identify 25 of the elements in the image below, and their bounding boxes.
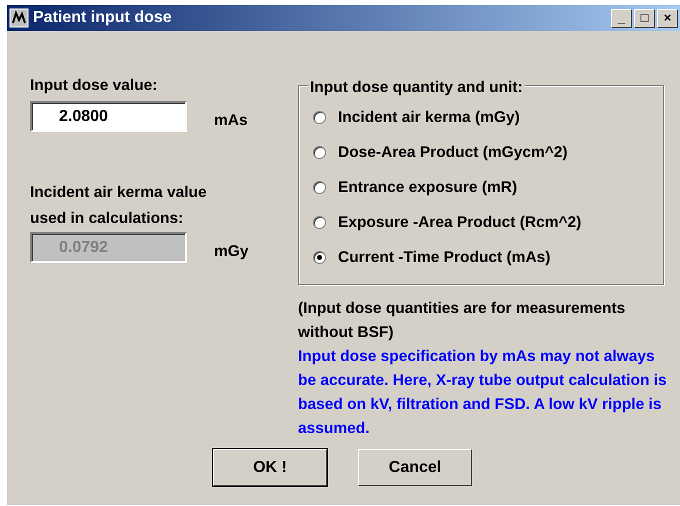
radio-label[interactable]: Dose-Area Product (mGycm^2) bbox=[338, 140, 568, 164]
ok-button[interactable]: OK ! bbox=[213, 449, 327, 486]
radio-label[interactable]: Exposure -Area Product (Rcm^2) bbox=[338, 210, 582, 234]
maximize-button[interactable]: □ bbox=[634, 8, 655, 28]
window-title: Patient input dose bbox=[33, 8, 173, 28]
note-text: (Input dose quantities are for measurements without BSF) bbox=[298, 299, 626, 343]
unit-label: mGy bbox=[214, 242, 248, 262]
close-button[interactable]: × bbox=[657, 8, 678, 28]
radio-button[interactable] bbox=[313, 251, 326, 264]
app-icon bbox=[9, 8, 29, 28]
input-field[interactable]: 2.0800 bbox=[30, 101, 187, 132]
field-label: Input dose value: bbox=[30, 76, 158, 96]
radio-button[interactable] bbox=[313, 181, 326, 194]
radio-button[interactable] bbox=[313, 111, 326, 124]
cancel-button[interactable]: Cancel bbox=[358, 449, 472, 486]
readonly-field: 0.0792 bbox=[30, 232, 187, 264]
warning-text: Input dose specification by mAs may not always be accurate. Here, X-ray tube output calculation is based on kV, filtration and FSD. A low kV ripple is assumed. bbox=[298, 347, 668, 439]
radio-label[interactable]: Entrance exposure (mR) bbox=[338, 176, 518, 200]
radio-button[interactable] bbox=[313, 146, 326, 159]
radio-label[interactable]: Incident air kerma (mGy) bbox=[338, 106, 520, 130]
unit-label: mAs bbox=[214, 111, 248, 131]
minimize-button[interactable]: _ bbox=[611, 8, 632, 28]
field-label: Incident air kerma value used in calculations: bbox=[30, 183, 208, 230]
radio-label[interactable]: Current -Time Product (mAs) bbox=[338, 246, 550, 270]
radio-button[interactable] bbox=[313, 216, 326, 229]
